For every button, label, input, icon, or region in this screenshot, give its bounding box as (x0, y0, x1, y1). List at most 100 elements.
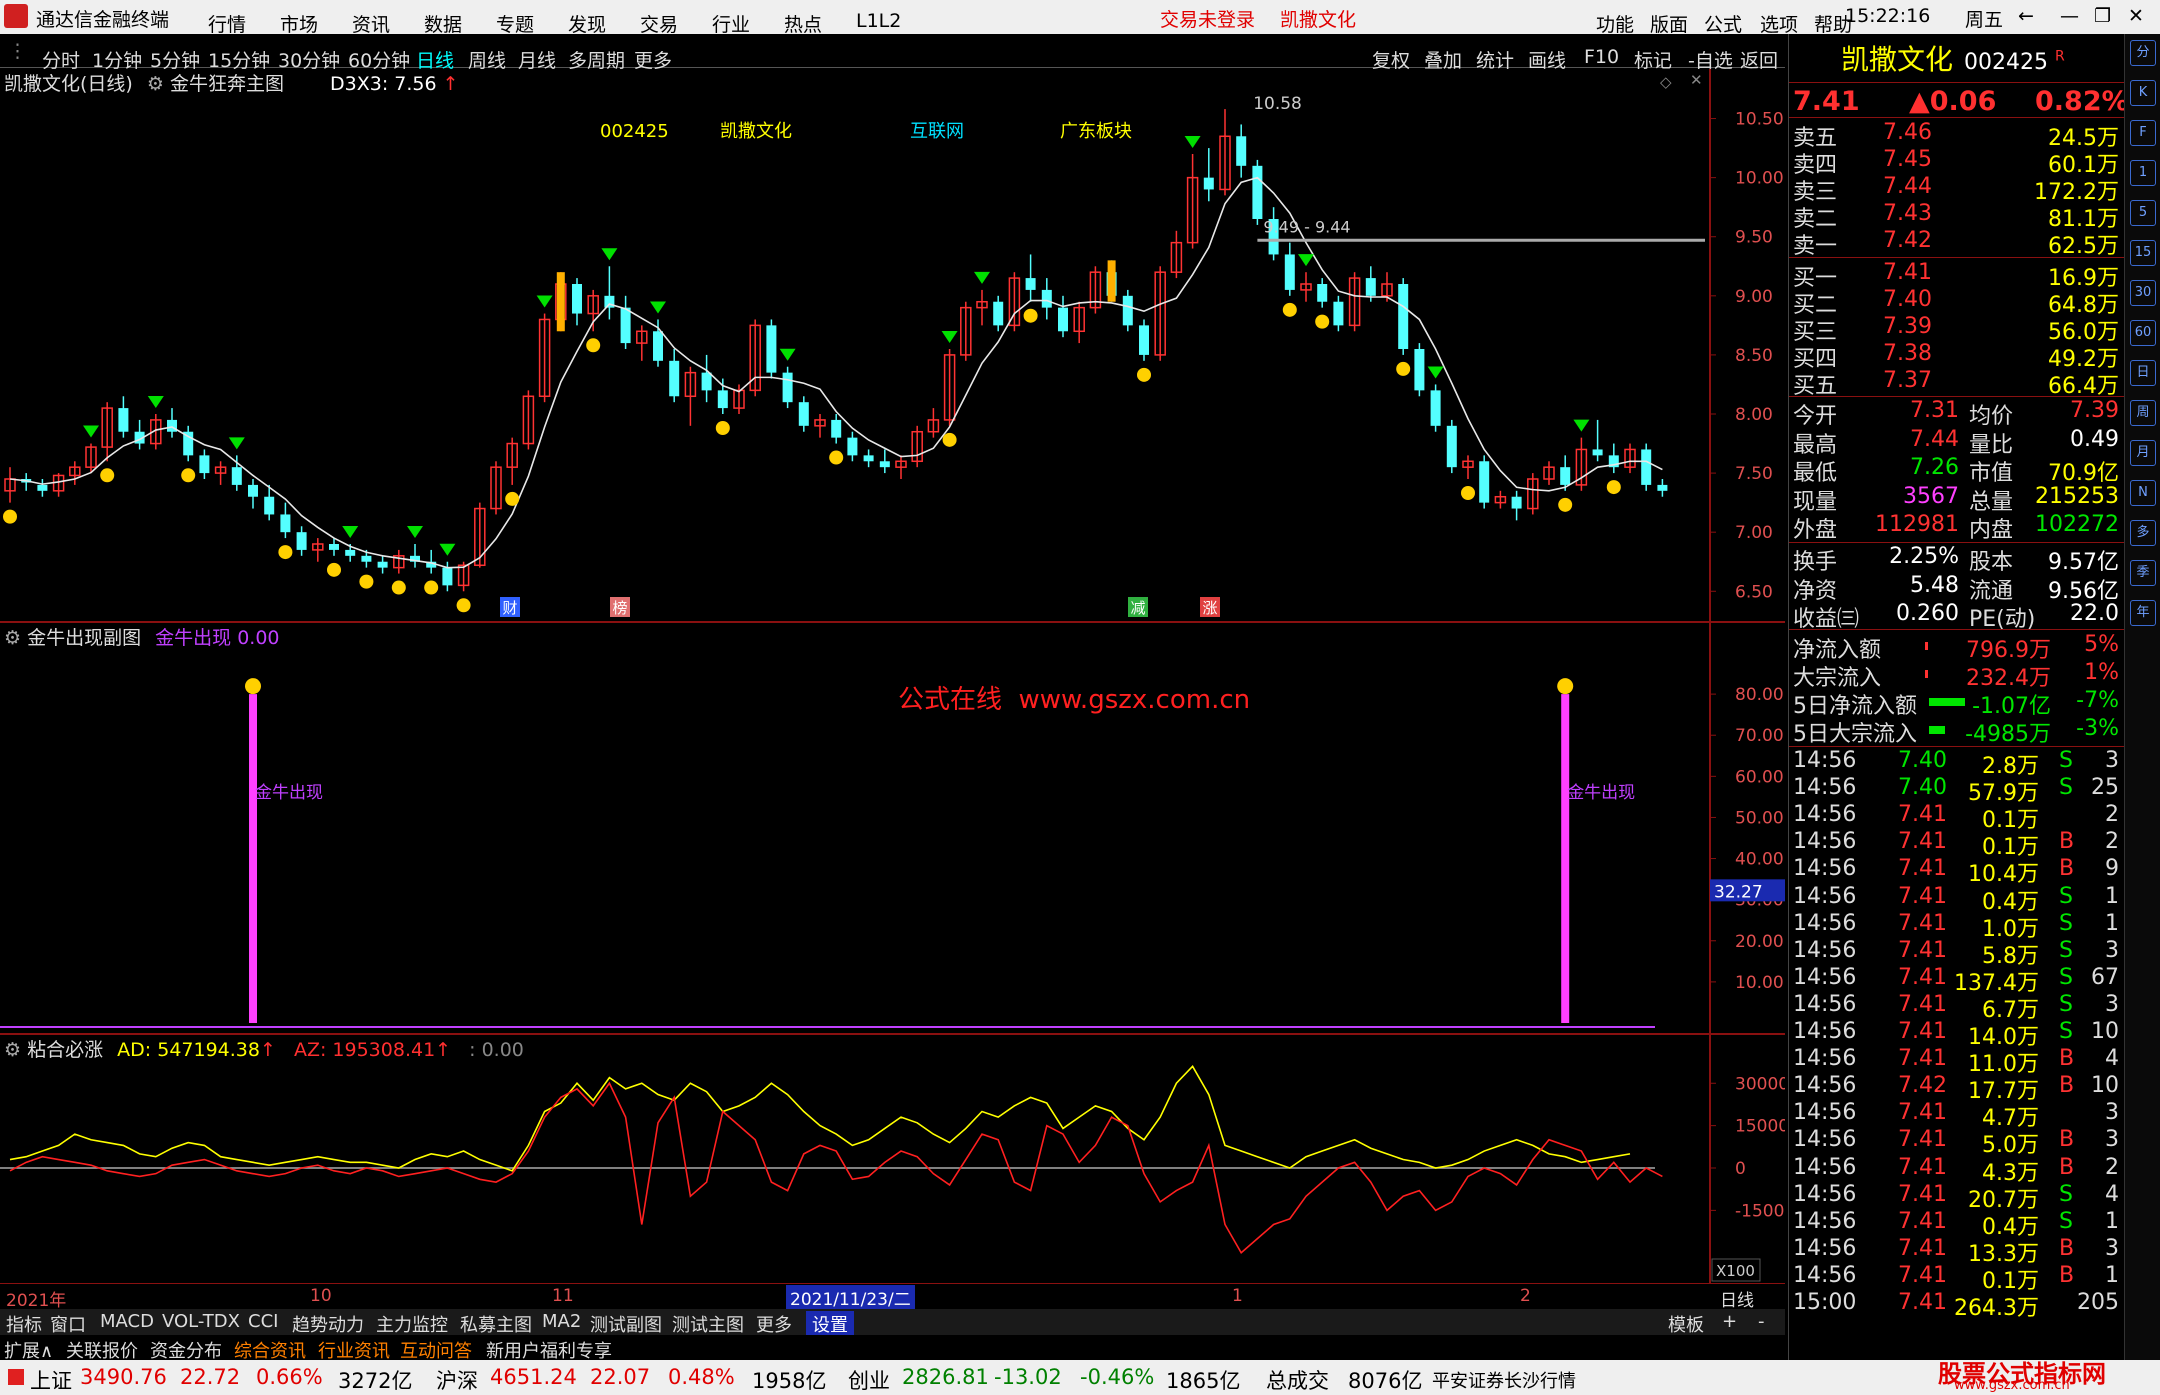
sidebar-button-5[interactable]: 15 (2130, 240, 2156, 266)
sub1-chart-svg[interactable]: 80.0070.0060.0050.0040.0030.0020.0010.00… (0, 623, 1785, 1033)
indicator-tab-1[interactable]: 窗口 (50, 1311, 86, 1337)
menu-item-4[interactable]: 专题 (496, 10, 534, 37)
menu-item-0[interactable]: 行情 (208, 10, 246, 37)
flow-row-1[interactable]: 大宗流入 232.4万 1% (1789, 660, 2119, 691)
indicator-tab-2[interactable]: MACD (100, 1311, 154, 1332)
indicator-tab-6[interactable]: 主力监控 (376, 1311, 448, 1337)
sz-index-name[interactable]: 沪深 (436, 1365, 478, 1395)
tick-row-13[interactable]: 14:56 7.41 4.7万 3 (1789, 1100, 2119, 1131)
stat2-row-0[interactable]: 换手 2.25% 股本 9.57亿 (1789, 544, 2119, 575)
stat-row-1[interactable]: 最高 7.44 量比 0.49 (1789, 427, 2119, 458)
tool-button-4[interactable]: F10 (1584, 46, 1619, 68)
sidebar-button-6[interactable]: 30 (2130, 280, 2156, 306)
tick-row-4[interactable]: 14:56 7.41 10.4万 B 9 (1789, 856, 2119, 887)
stat-row-2[interactable]: 最低 7.26 市值 70.9亿 (1789, 455, 2119, 486)
menu-item-8[interactable]: 热点 (784, 10, 822, 37)
tick-row-1[interactable]: 14:56 7.40 57.9万 S 25 (1789, 775, 2119, 806)
menu-item-2[interactable]: 资讯 (352, 10, 390, 37)
sub-panel-1[interactable]: ⚙ 金牛出现副图 金牛出现 0.00 公式在线 www.gszx.com.cn … (0, 623, 1785, 1033)
sidebar-button-7[interactable]: 60 (2130, 320, 2156, 346)
stat-row-4[interactable]: 外盘 112981 内盘 102272 (1789, 512, 2119, 543)
indicator-tab-10[interactable]: 测试主图 (672, 1311, 744, 1337)
sub-panel-2[interactable]: ⚙ 粘合必涨 AD: 547194.38↑ AZ: 195308.41↑ : 0… (0, 1035, 1785, 1285)
indicator-tab-11[interactable]: 更多 (756, 1311, 792, 1337)
tick-row-14[interactable]: 14:56 7.41 5.0万 B 3 (1789, 1127, 2119, 1158)
sidebar-button-11[interactable]: N (2130, 480, 2156, 506)
stat-row-0[interactable]: 今开 7.31 均价 7.39 (1789, 398, 2119, 429)
tick-row-15[interactable]: 14:56 7.41 4.3万 B 2 (1789, 1155, 2119, 1186)
indicator-tab-9[interactable]: 测试副图 (590, 1311, 662, 1337)
menu-item-6[interactable]: 交易 (640, 10, 678, 37)
menu-item-5[interactable]: 发现 (568, 10, 606, 37)
bid-row-4[interactable]: 买五 7.37 66.4万 (1789, 368, 2119, 399)
broker-name[interactable]: 平安证券长沙行情 (1432, 1367, 1576, 1393)
bid-row-3[interactable]: 买四 7.38 49.2万 (1789, 341, 2119, 372)
main-chart-svg[interactable]: 10.50 10.00 9.50 9.00 8.50 8.00 7.50 7.00 6.50 9.… (0, 69, 1785, 621)
tick-row-5[interactable]: 14:56 7.41 0.4万 S 1 (1789, 884, 2119, 915)
ask-row-2[interactable]: 卖三 7.44 172.2万 (1789, 174, 2119, 205)
ask-row-4[interactable]: 卖一 7.42 62.5万 (1789, 228, 2119, 259)
tick-row-7[interactable]: 14:56 7.41 5.8万 S 3 (1789, 938, 2119, 969)
restore-icon[interactable]: ❐ (2094, 5, 2111, 27)
menu-right-item-3[interactable]: 选项 (1760, 10, 1798, 37)
tick-row-11[interactable]: 14:56 7.41 11.0万 B 4 (1789, 1046, 2119, 1077)
tick-row-8[interactable]: 14:56 7.41 137.4万 S 67 (1789, 965, 2119, 996)
indicator-tab-4[interactable]: CCI (248, 1311, 278, 1332)
tick-row-20[interactable]: 15:00 7.41 264.3万 205 (1789, 1290, 2119, 1321)
template-control-2[interactable]: - (1758, 1311, 1765, 1332)
sh-index-name[interactable]: 上证 (30, 1365, 72, 1395)
sidebar-button-4[interactable]: 5 (2130, 200, 2156, 226)
sidebar-button-13[interactable]: 季 (2130, 560, 2156, 586)
stat2-row-2[interactable]: 收益㈢ 0.260 PE(动) 22.0 (1789, 601, 2119, 632)
indicator-tab-5[interactable]: 趋势动力 (292, 1311, 364, 1337)
stat-row-3[interactable]: 现量 3567 总量 215253 (1789, 484, 2119, 515)
flow-row-0[interactable]: 净流入额 796.9万 5% (1789, 632, 2119, 663)
sidebar-button-8[interactable]: 日 (2130, 360, 2156, 386)
sidebar-button-14[interactable]: 年 (2130, 600, 2156, 626)
sidebar-button-9[interactable]: 周 (2130, 400, 2156, 426)
indicator-tab-7[interactable]: 私募主图 (460, 1311, 532, 1337)
menu-item-7[interactable]: 行业 (712, 10, 750, 37)
tick-row-10[interactable]: 14:56 7.41 14.0万 S 10 (1789, 1019, 2119, 1050)
stat2-row-1[interactable]: 净资 5.48 流通 9.56亿 (1789, 573, 2119, 604)
tick-row-17[interactable]: 14:56 7.41 0.4万 S 1 (1789, 1209, 2119, 1240)
template-control-1[interactable]: + (1722, 1311, 1737, 1332)
ask-row-0[interactable]: 卖五 7.46 24.5万 (1789, 120, 2119, 151)
sidebar-button-1[interactable]: K (2130, 80, 2156, 106)
indicator-tab-0[interactable]: 指标 (6, 1311, 42, 1337)
flow-row-3[interactable]: 5日大宗流入 -4985万 -3% (1789, 716, 2119, 747)
back-icon[interactable]: ← (2018, 5, 2034, 27)
menu-item-3[interactable]: 数据 (424, 10, 462, 37)
template-control-0[interactable]: 模板 (1668, 1311, 1704, 1337)
tick-row-18[interactable]: 14:56 7.41 13.3万 B 3 (1789, 1236, 2119, 1267)
sidebar-button-2[interactable]: F (2130, 120, 2156, 146)
minimize-icon[interactable]: — (2060, 5, 2079, 27)
bid-row-0[interactable]: 买一 7.41 16.9万 (1789, 260, 2119, 291)
tick-row-3[interactable]: 14:56 7.41 0.1万 B 2 (1789, 829, 2119, 860)
indicator-tab-8[interactable]: MA2 (542, 1311, 581, 1332)
indicator-tab-12[interactable]: 设置 (806, 1311, 854, 1337)
bid-row-1[interactable]: 买二 7.40 64.8万 (1789, 287, 2119, 318)
menu-item-1[interactable]: 市场 (280, 10, 318, 37)
ask-row-3[interactable]: 卖二 7.43 81.1万 (1789, 201, 2119, 232)
sidebar-button-12[interactable]: 多 (2130, 520, 2156, 546)
sidebar-button-3[interactable]: 1 (2130, 160, 2156, 186)
menu-right-item-2[interactable]: 公式 (1704, 10, 1742, 37)
sub2-chart-svg[interactable]: 30000 15000 0 -15000 X100 (0, 1035, 1785, 1285)
bid-row-2[interactable]: 买三 7.39 56.0万 (1789, 314, 2119, 345)
tick-row-19[interactable]: 14:56 7.41 0.1万 B 1 (1789, 1263, 2119, 1294)
tick-row-6[interactable]: 14:56 7.41 1.0万 S 1 (1789, 911, 2119, 942)
ask-row-1[interactable]: 卖四 7.45 60.1万 (1789, 147, 2119, 178)
cy-index-name[interactable]: 创业 (848, 1365, 890, 1395)
sidebar-button-0[interactable]: 分 (2130, 40, 2156, 66)
main-chart-panel[interactable]: 凯撒文化(日线) ⚙ 金牛狂奔主图 D3X3: 7.56 ↑ ◇ ✕ 10.50… (0, 69, 1785, 621)
tick-row-16[interactable]: 14:56 7.41 20.7万 S 4 (1789, 1182, 2119, 1213)
tick-row-2[interactable]: 14:56 7.41 0.1万 2 (1789, 802, 2119, 833)
login-status[interactable]: 交易未登录 (1160, 5, 1255, 32)
menu-right-item-1[interactable]: 版面 (1650, 10, 1688, 37)
x-period-label[interactable]: 日线 (1720, 1286, 1754, 1311)
indicator-tab-3[interactable]: VOL-TDX (162, 1311, 240, 1332)
menu-right-item-0[interactable]: 功能 (1596, 10, 1634, 37)
menu-item-9[interactable]: L1L2 (856, 10, 901, 32)
tick-row-9[interactable]: 14:56 7.41 6.7万 S 3 (1789, 992, 2119, 1023)
